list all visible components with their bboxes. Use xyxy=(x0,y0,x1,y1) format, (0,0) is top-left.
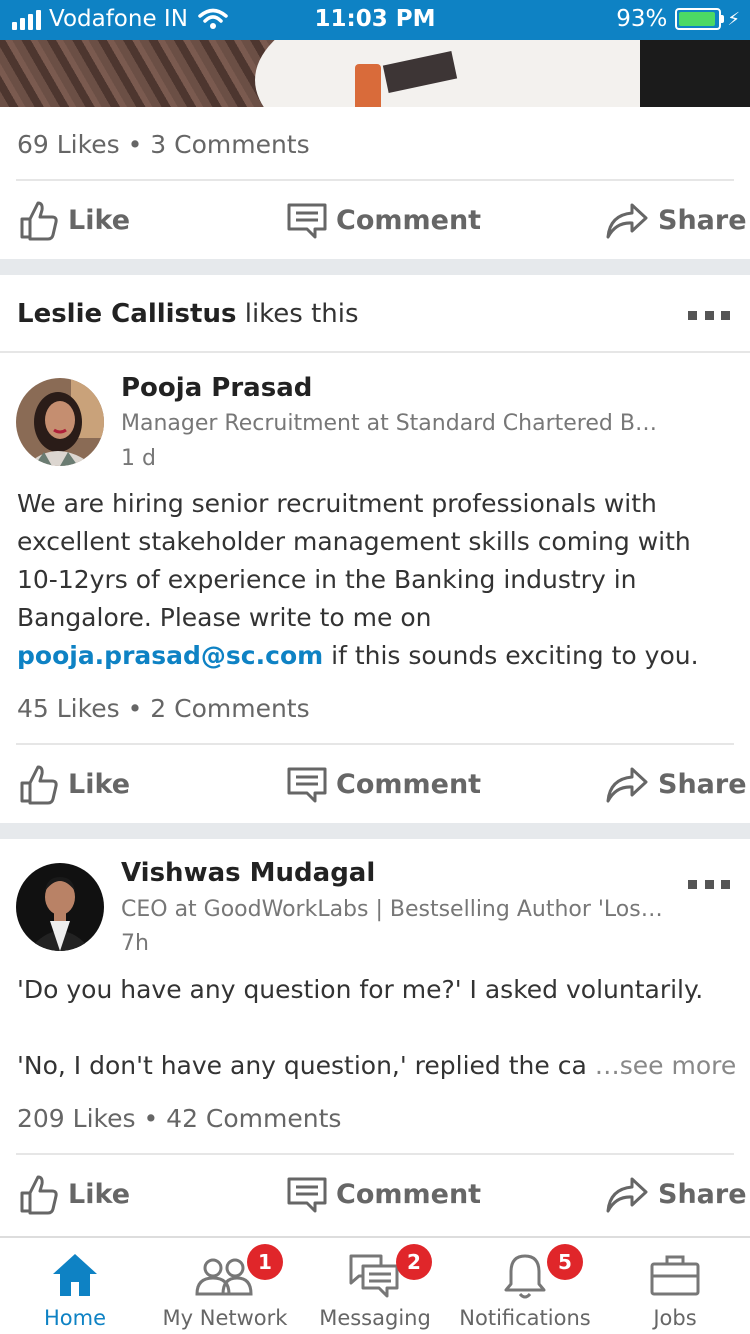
post-actions: Like Comment Share xyxy=(0,1164,750,1224)
see-more-link[interactable]: …see more xyxy=(595,1051,737,1080)
post-time: 7h xyxy=(121,931,149,956)
battery-percent: 93% xyxy=(616,6,668,32)
comment-label: Comment xyxy=(336,1178,482,1210)
briefcase-icon xyxy=(650,1255,700,1296)
divider xyxy=(0,351,750,353)
status-bar: Vodafone IN 11:03 PM 93% ⚡ xyxy=(0,0,750,40)
post-body[interactable]: 'Do you have any question for me?' I ask… xyxy=(17,971,736,1085)
avatar[interactable] xyxy=(16,378,104,466)
bottom-tab-bar: Home 1 My Network 2 Messaging 5 Notifica… xyxy=(0,1236,750,1334)
comment-button[interactable]: Comment xyxy=(286,1164,481,1224)
author-headline: Manager Recruitment at Standard Chartere… xyxy=(121,411,666,436)
thumbs-up-icon xyxy=(20,765,58,805)
author-headline: CEO at GoodWorkLabs | Bestselling Author… xyxy=(121,897,666,922)
like-label: Like xyxy=(68,1178,131,1210)
like-button[interactable]: Like xyxy=(18,190,130,250)
post-text-line: 'Do you have any question for me?' I ask… xyxy=(17,975,704,1004)
social-context[interactable]: Leslie Callistus likes this xyxy=(17,299,359,329)
liked-suffix: likes this xyxy=(236,299,359,329)
bell-icon xyxy=(504,1254,546,1299)
divider xyxy=(16,1153,734,1155)
home-icon xyxy=(53,1254,97,1296)
notification-badge: 1 xyxy=(247,1244,283,1280)
avatar[interactable] xyxy=(16,863,104,951)
comment-button[interactable]: Comment xyxy=(286,190,481,250)
tab-label: My Network xyxy=(162,1306,288,1330)
section-divider xyxy=(0,259,750,275)
share-button[interactable]: Share xyxy=(604,190,747,250)
tab-home[interactable]: Home xyxy=(0,1238,150,1334)
liker-name[interactable]: Leslie Callistus xyxy=(17,299,236,329)
battery-icon xyxy=(675,8,725,30)
charging-icon: ⚡ xyxy=(727,8,740,30)
notification-badge: 5 xyxy=(547,1244,583,1280)
post-actions: Like Comment Share xyxy=(0,754,750,814)
post-text-line: 'No, I don't have any question,' replied… xyxy=(17,1051,587,1080)
share-label: Share xyxy=(658,1178,747,1210)
section-divider xyxy=(0,823,750,839)
tab-notifications[interactable]: 5 Notifications xyxy=(450,1238,600,1334)
like-button[interactable]: Like xyxy=(18,754,130,814)
tab-messaging[interactable]: 2 Messaging xyxy=(300,1238,450,1334)
share-label: Share xyxy=(658,768,747,800)
messaging-icon xyxy=(349,1254,399,1298)
comment-label: Comment xyxy=(336,204,482,236)
share-button[interactable]: Share xyxy=(604,1164,747,1224)
email-link[interactable]: pooja.prasad@sc.com xyxy=(17,641,323,670)
divider xyxy=(16,179,734,181)
share-icon xyxy=(606,767,648,803)
more-options-icon[interactable] xyxy=(688,880,730,890)
comment-icon xyxy=(287,767,327,803)
share-label: Share xyxy=(658,204,747,236)
thumbs-up-icon xyxy=(20,1175,58,1215)
divider xyxy=(16,743,734,745)
share-icon xyxy=(606,1177,648,1213)
more-options-icon[interactable] xyxy=(688,311,730,321)
comment-button[interactable]: Comment xyxy=(286,754,481,814)
tab-jobs[interactable]: Jobs xyxy=(600,1238,750,1334)
post-text: We are hiring senior recruitment profess… xyxy=(17,489,691,632)
post-image[interactable] xyxy=(0,40,750,107)
comment-icon xyxy=(287,203,327,239)
tab-label: Jobs xyxy=(653,1306,697,1330)
author-name[interactable]: Vishwas Mudagal xyxy=(121,858,375,888)
post-actions: Like Comment Share xyxy=(0,190,750,250)
author-name[interactable]: Pooja Prasad xyxy=(121,373,312,403)
tab-label: Messaging xyxy=(319,1306,431,1330)
post-social-counts[interactable]: 69 Likes • 3 Comments xyxy=(17,130,310,159)
post-text-end: if this sounds exciting to you. xyxy=(323,641,699,670)
comment-label: Comment xyxy=(336,768,482,800)
notification-badge: 2 xyxy=(396,1244,432,1280)
post-social-counts[interactable]: 209 Likes • 42 Comments xyxy=(17,1104,341,1133)
post-time: 1 d xyxy=(121,446,156,471)
tab-label: Home xyxy=(43,1306,106,1330)
post-social-counts[interactable]: 45 Likes • 2 Comments xyxy=(17,694,310,723)
like-label: Like xyxy=(68,768,131,800)
comment-icon xyxy=(287,1177,327,1213)
like-label: Like xyxy=(68,204,131,236)
share-icon xyxy=(606,203,648,239)
tab-label: Notifications xyxy=(459,1306,591,1330)
post-body[interactable]: We are hiring senior recruitment profess… xyxy=(17,485,733,675)
tab-my-network[interactable]: 1 My Network xyxy=(150,1238,300,1334)
share-button[interactable]: Share xyxy=(604,754,747,814)
like-button[interactable]: Like xyxy=(18,1164,130,1224)
thumbs-up-icon xyxy=(20,201,58,241)
